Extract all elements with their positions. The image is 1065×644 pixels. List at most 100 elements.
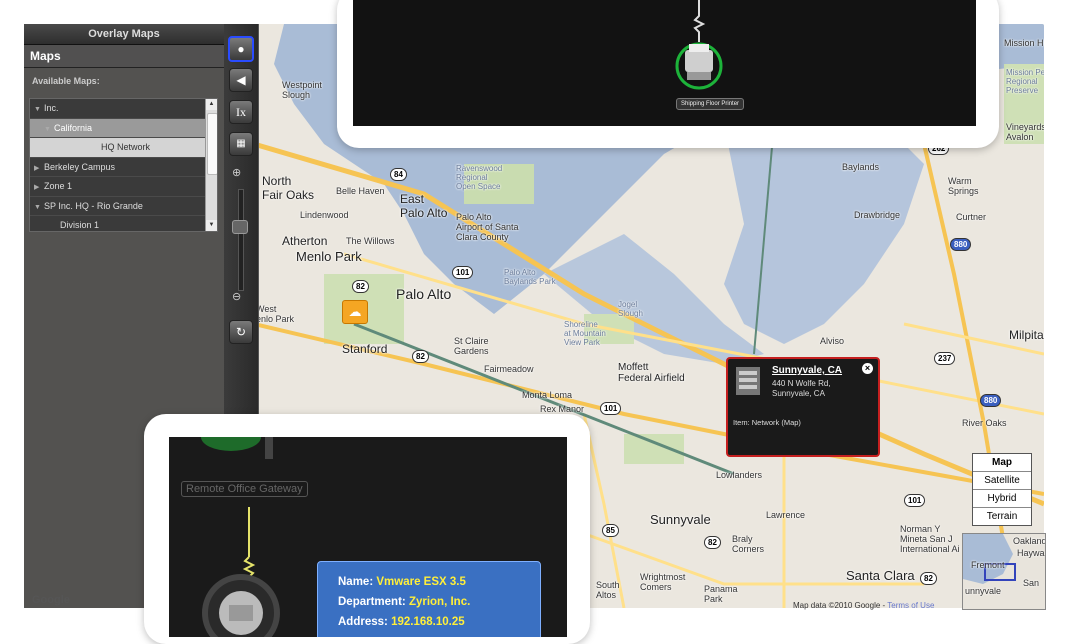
scroll-down-icon[interactable]: ▼ xyxy=(206,220,217,231)
map-label-wrightmost: Wrightmost Comers xyxy=(640,572,686,592)
map-type-satellite[interactable]: Satellite xyxy=(973,472,1031,490)
map-label-drawbridge: Drawbridge xyxy=(854,210,901,220)
remote-office-gateway-label[interactable]: Remote Office Gateway xyxy=(181,481,308,497)
device-info-card: Name: Vmware ESX 3.5 Department: Zyrion,… xyxy=(317,561,541,637)
screenshot-frame: Westpoint Slough North Fair Oaks Belle Hav… xyxy=(0,0,1065,644)
collapse-arrow-icon[interactable]: ▶ xyxy=(34,179,44,197)
map-type-control: Map Satellite Hybrid Terrain xyxy=(972,453,1032,526)
google-logo: Google xyxy=(32,594,70,606)
tree-item[interactable]: ▼ California xyxy=(30,118,217,139)
hwy-shield: 82 xyxy=(704,536,721,549)
maps-heading: Maps xyxy=(24,45,224,68)
map-label-panama: Panama Park xyxy=(704,584,738,604)
tree-item-selected[interactable]: HQ Network xyxy=(30,138,217,158)
map-type-terrain[interactable]: Terrain xyxy=(973,508,1031,525)
overview-label: Haywa xyxy=(1017,548,1045,558)
popup-item-text: Item: Network (Map) xyxy=(733,418,801,427)
refresh-icon[interactable]: ↻ xyxy=(229,320,253,344)
hwy-shield: 101 xyxy=(452,266,474,279)
ix-icon[interactable]: Ix xyxy=(229,100,253,124)
device-view-canvas: Shipping Floor Printer xyxy=(353,0,976,126)
hwy-shield: 82 xyxy=(412,350,429,363)
map-label-north-fair-oaks: North Fair Oaks xyxy=(262,174,315,202)
hwy-shield: 880 xyxy=(980,394,1002,407)
map-label-milpitas: Milpitas xyxy=(1009,328,1044,342)
tree-item[interactable]: ▶ Zone 1 xyxy=(30,177,217,197)
back-icon[interactable]: ◀ xyxy=(229,68,253,92)
map-attribution: Map data ©2010 Google - Terms of Use xyxy=(793,601,934,610)
printer-label[interactable]: Shipping Floor Printer xyxy=(676,98,745,110)
popup-title-link[interactable]: Sunnyvale, CA xyxy=(772,365,842,376)
zoom-slider-thumb[interactable] xyxy=(232,220,248,234)
layout-icon[interactable]: ▦ xyxy=(229,132,253,156)
expand-arrow-icon[interactable]: ▼ xyxy=(34,101,44,119)
building-icon xyxy=(736,367,760,395)
collapse-arrow-icon[interactable]: ▶ xyxy=(34,160,44,178)
map-label-alviso: Alviso xyxy=(820,336,845,346)
device-name-line: Name: Vmware ESX 3.5 xyxy=(338,576,466,588)
expand-arrow-icon[interactable]: ▼ xyxy=(44,121,54,139)
scroll-thumb[interactable] xyxy=(207,113,217,175)
hwy-shield: 82 xyxy=(352,280,369,293)
map-type-hybrid[interactable]: Hybrid xyxy=(973,490,1031,508)
close-icon[interactable]: × xyxy=(862,363,873,374)
map-label-sunnyvale: Sunnyvale xyxy=(650,512,711,527)
device-detail-canvas: Remote Office Gateway Name: Vmware ESX 3… xyxy=(169,437,567,637)
zoom-slider-track[interactable] xyxy=(238,189,244,291)
zoom-out-icon[interactable]: ⊖ xyxy=(232,290,241,303)
map-label-baylands: Baylands xyxy=(842,162,880,172)
map-label-curtner: Curtner xyxy=(956,212,987,222)
panel-title: Overlay Maps xyxy=(24,24,224,45)
expand-arrow-icon[interactable]: ▼ xyxy=(34,199,44,217)
tree-item-label: SP Inc. HQ - Rio Grande xyxy=(44,200,143,211)
available-maps-label: Available Maps: xyxy=(32,76,100,86)
hwy-shield: 101 xyxy=(904,494,926,507)
device-name-label: Name: xyxy=(338,576,374,588)
hwy-shield: 101 xyxy=(600,402,622,415)
map-label-lindenwood: Lindenwood xyxy=(300,210,349,220)
zoom-in-icon[interactable]: ⊕ xyxy=(232,166,241,179)
hwy-shield: 82 xyxy=(920,572,937,585)
map-label-lowlanders: Lowlanders xyxy=(716,470,763,480)
map-label-braly: Braly Corners xyxy=(732,534,765,554)
device-view-panel-bottom: Remote Office Gateway Name: Vmware ESX 3… xyxy=(144,414,590,644)
map-label-south-altos: South Altos xyxy=(596,580,620,600)
tree-scrollbar[interactable]: ▲ ▼ xyxy=(205,99,217,231)
map-label-warm-springs: Warm Springs xyxy=(948,176,979,196)
map-label-norman: Norman Y Mineta San J International Ai xyxy=(900,524,960,554)
tree-item[interactable]: Division 1 xyxy=(30,216,217,231)
printer-graphic xyxy=(675,0,723,90)
map-label-ravenswood: Ravenswood Regional Open Space xyxy=(456,164,503,191)
tree-item[interactable]: ▼ SP Inc. HQ - Rio Grande xyxy=(30,197,217,217)
map-label-river-oaks: River Oaks xyxy=(962,418,1007,428)
map-label-the-willows: The Willows xyxy=(346,236,395,246)
maps-tree[interactable]: ▼ Inc. ▼ California HQ Network ▶ Berkeley C… xyxy=(29,98,218,232)
device-dept-line: Department: Zyrion, Inc. xyxy=(338,596,470,608)
map-label-lawrence: Lawrence xyxy=(766,510,806,520)
map-label-stanford: Stanford xyxy=(342,342,388,356)
hwy-shield: 84 xyxy=(390,168,407,181)
map-label-mission-peak: Mission PeaRegionalPreserve xyxy=(1006,68,1044,95)
overview-map[interactable]: Oakland Haywa Fremont unnyvale San xyxy=(962,533,1046,610)
location-popup: Sunnyvale, CA 440 N Wolfe Rd, Sunnyvale,… xyxy=(726,357,880,457)
map-label-belle-haven: Belle Haven xyxy=(336,186,385,196)
overview-label: San xyxy=(1023,578,1040,588)
terms-link[interactable]: Terms of Use xyxy=(887,601,934,610)
map-type-map[interactable]: Map xyxy=(973,454,1031,472)
tree-item[interactable]: ▶ Berkeley Campus xyxy=(30,158,217,178)
map-label-monta-loma: Monta Loma xyxy=(522,390,573,400)
overview-label: unnyvale xyxy=(965,586,1002,596)
map-label-atherton: Atherton xyxy=(282,234,328,248)
device-address-label: Address: xyxy=(338,616,388,628)
tree-item-label: California xyxy=(54,122,93,133)
tree-item[interactable]: ▼ Inc. xyxy=(30,99,217,119)
device-dept-label: Department: xyxy=(338,596,406,608)
map-data-text: Map data ©2010 Google - xyxy=(793,601,886,610)
map-label-mission-hills: Mission Hill xyxy=(1004,38,1044,48)
hwy-shield: 880 xyxy=(950,238,972,251)
scroll-up-icon[interactable]: ▲ xyxy=(206,99,217,110)
pointer-icon[interactable]: ● xyxy=(228,36,254,62)
map-label-st-claire: St Claire Gardens xyxy=(454,336,489,356)
cloud-marker-icon[interactable]: ☁ xyxy=(342,300,368,324)
overview-label: Oakland xyxy=(1013,536,1046,546)
